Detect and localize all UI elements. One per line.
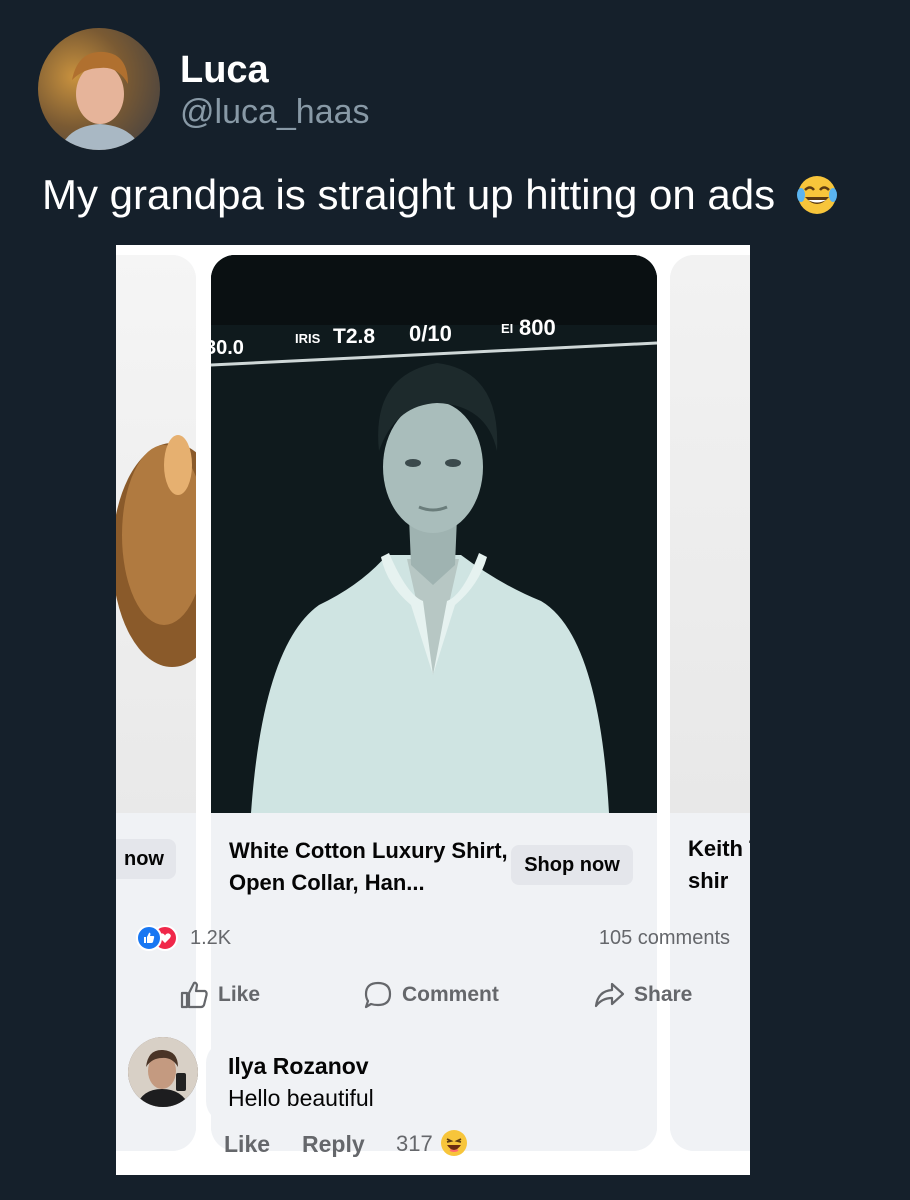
commenter-name[interactable]: Ilya Rozanov [228,1053,369,1080]
share-button[interactable]: Share [592,979,692,1011]
comment-bubble-icon [364,982,392,1009]
product-image-shirt: 30.0 IRIS T2.8 0/10 EI 800 [211,255,657,813]
commenter-avatar[interactable] [128,1037,198,1107]
carousel-card-previous[interactable]: now [116,255,196,1151]
comment-count[interactable]: 105 comments [599,925,730,951]
facebook-ad-screenshot: now 0.0 IRIS T2.8 0/10 EI 800 White Cott… [116,245,750,1175]
comment-button[interactable]: Comment [362,979,499,1011]
overlay-ei-value: 800 [519,315,556,340]
share-arrow-icon [594,983,625,1008]
overlay-ei-label: EI [501,321,514,336]
overlay-iris-label: IRIS [295,331,321,346]
author-name[interactable]: Luca [180,48,269,92]
share-label: Share [634,983,693,1006]
product-image-vase [116,255,196,813]
carousel-card-shirt[interactable]: 30.0 IRIS T2.8 0/10 EI 800 White Cotton … [211,255,657,1151]
comment-reply-button[interactable]: Reply [302,1131,365,1158]
shop-now-button-partial[interactable]: now [116,839,176,879]
comment-like-button[interactable]: Like [224,1131,270,1158]
tweet-text: My grandpa is straight up hitting on ads [42,170,882,228]
face-with-tears-of-joy-icon [795,173,839,228]
tweet-text-content: My grandpa is straight up hitting on ads [42,171,776,218]
carousel-card-next[interactable]: Keith T-shir [670,255,750,1151]
comment-bubble: Ilya Rozanov Hello beautiful [206,1041,414,1123]
like-reaction-icon [136,925,162,951]
shop-now-button[interactable]: Shop now [511,845,633,885]
ad-product-title[interactable]: White Cotton Luxury Shirt, Open Collar, … [229,835,509,899]
thumbs-up-icon [180,982,208,1009]
tweet-root: Luca @luca_haas My grandpa is straight u… [0,0,910,1200]
reaction-count[interactable]: 1.2K [190,925,231,951]
like-button[interactable]: Like [178,979,260,1011]
like-label: Like [218,983,261,1006]
author-handle[interactable]: @luca_haas [180,92,370,132]
laughing-face-icon [440,1129,468,1162]
overlay-iris-value: T2.8 [333,325,376,348]
comment-label: Comment [402,983,499,1006]
ad-product-title-partial[interactable]: Keith T-shir [688,833,750,897]
comment-reaction-count[interactable]: 317 [396,1131,433,1157]
product-image-tshirt [670,255,750,813]
author-avatar[interactable] [38,28,160,150]
comment-text: Hello beautiful [228,1085,374,1111]
overlay-fraction: 0/10 [409,321,452,346]
overlay-left-value: 30.0 [211,337,244,359]
